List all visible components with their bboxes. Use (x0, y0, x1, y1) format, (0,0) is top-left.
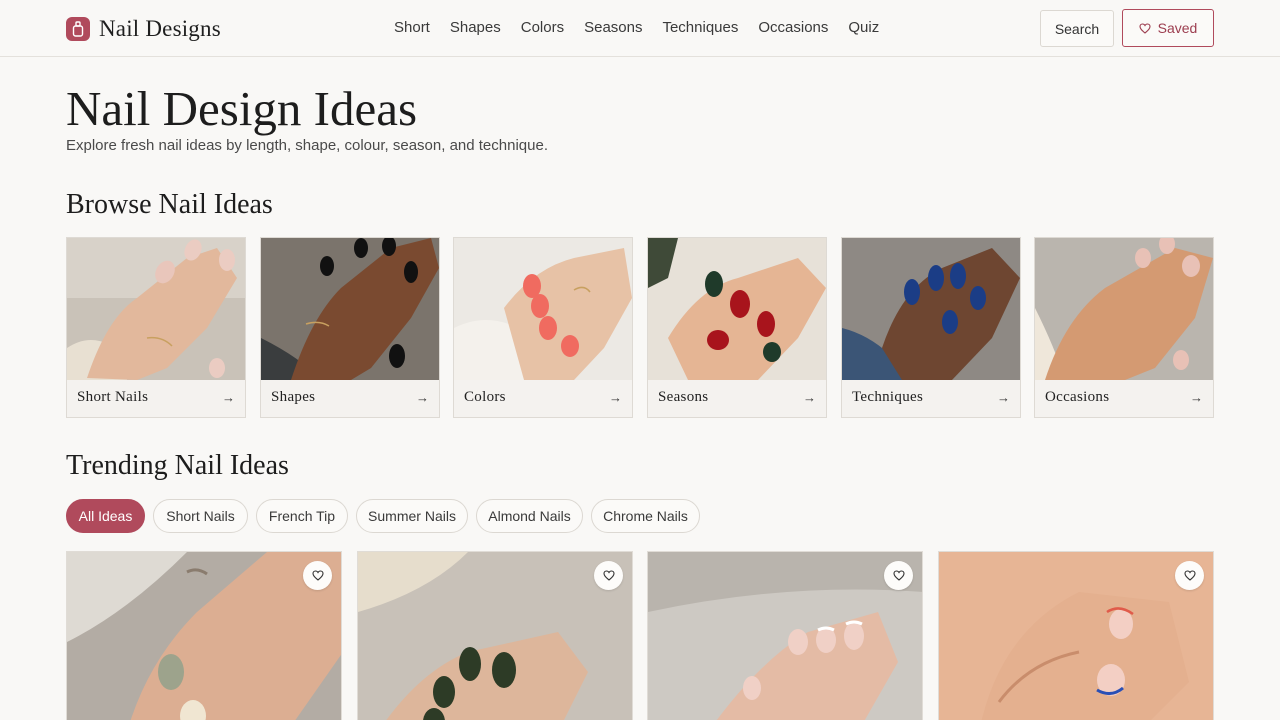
category-card-occasions[interactable]: Occasions → (1034, 237, 1214, 418)
chip-almond-nails[interactable]: Almond Nails (476, 499, 583, 533)
save-idea-button[interactable] (884, 561, 913, 590)
trending-card[interactable] (647, 551, 923, 720)
arrow-right-icon: → (416, 390, 429, 405)
arrow-right-icon: → (609, 390, 622, 405)
category-label: Occasions (1045, 389, 1110, 405)
chip-french-tip[interactable]: French Tip (256, 499, 348, 533)
category-label: Colors (464, 389, 506, 405)
heart-icon (311, 570, 324, 581)
colors-photo (454, 238, 632, 380)
arrow-right-icon: → (803, 390, 816, 405)
saved-button-label: Saved (1157, 20, 1198, 36)
category-card-seasons[interactable]: Seasons → (647, 237, 827, 418)
chip-short-nails[interactable]: Short Nails (153, 499, 248, 533)
site-header: Nail Designs Short Shapes Colors Seasons… (0, 0, 1280, 57)
chip-chrome-nails[interactable]: Chrome Nails (591, 499, 700, 533)
heart-icon (1183, 570, 1196, 581)
nav-short[interactable]: Short (394, 19, 430, 36)
trending-card[interactable] (66, 551, 342, 720)
short-nails-photo (67, 238, 245, 380)
seasons-photo (648, 238, 826, 380)
techniques-photo (842, 238, 1020, 380)
save-idea-button[interactable] (303, 561, 332, 590)
trending-card[interactable] (938, 551, 1214, 720)
trending-section-title: Trending Nail Ideas (66, 450, 289, 481)
trending-card[interactable] (357, 551, 633, 720)
category-card-shapes[interactable]: Shapes → (260, 237, 440, 418)
chip-summer-nails[interactable]: Summer Nails (356, 499, 468, 533)
category-card-techniques[interactable]: Techniques → (841, 237, 1021, 418)
heart-icon (1139, 22, 1151, 34)
search-button-label: Search (1054, 20, 1100, 37)
category-label: Techniques (852, 389, 924, 405)
page-subtitle: Explore fresh nail ideas by length, shap… (66, 137, 548, 154)
brand-logo[interactable]: Nail Designs (66, 16, 221, 42)
brand-name: Nail Designs (99, 16, 221, 41)
nav-shapes[interactable]: Shapes (450, 19, 501, 36)
arrow-right-icon: → (997, 390, 1010, 405)
category-card-short-nails[interactable]: Short Nails → (66, 237, 246, 418)
nav-quiz[interactable]: Quiz (848, 19, 879, 36)
nail-polish-bottle-icon (66, 17, 90, 41)
arrow-right-icon: → (222, 390, 235, 405)
nav-colors[interactable]: Colors (521, 19, 564, 36)
shapes-photo (261, 238, 439, 380)
green-chrome-almond-nails-photo (358, 552, 632, 720)
category-label: Seasons (658, 389, 709, 405)
main-nav: Short Shapes Colors Seasons Techniques O… (394, 19, 899, 36)
sage-cream-short-nails-photo (67, 552, 341, 720)
heart-icon (892, 570, 905, 581)
category-grid: Short Nails → Shapes → Colors → Seasons … (66, 237, 1214, 418)
browse-section-title: Browse Nail Ideas (66, 189, 273, 220)
category-card-colors[interactable]: Colors → (453, 237, 633, 418)
page-title: Nail Design Ideas (66, 81, 418, 136)
chip-all-ideas[interactable]: All Ideas (66, 499, 145, 533)
arrow-right-icon: → (1190, 390, 1203, 405)
category-label: Short Nails (77, 389, 149, 405)
save-idea-button[interactable] (594, 561, 623, 590)
colorful-french-tip-nails-photo (939, 552, 1213, 720)
nav-techniques[interactable]: Techniques (662, 19, 738, 36)
search-button[interactable]: Search (1040, 10, 1114, 47)
nav-occasions[interactable]: Occasions (758, 19, 828, 36)
save-idea-button[interactable] (1175, 561, 1204, 590)
category-label: Shapes (271, 389, 316, 405)
heart-icon (602, 570, 615, 581)
saved-button[interactable]: Saved (1122, 9, 1214, 47)
nav-seasons[interactable]: Seasons (584, 19, 642, 36)
occasions-photo (1035, 238, 1213, 380)
white-french-tip-nails-photo (648, 552, 922, 720)
